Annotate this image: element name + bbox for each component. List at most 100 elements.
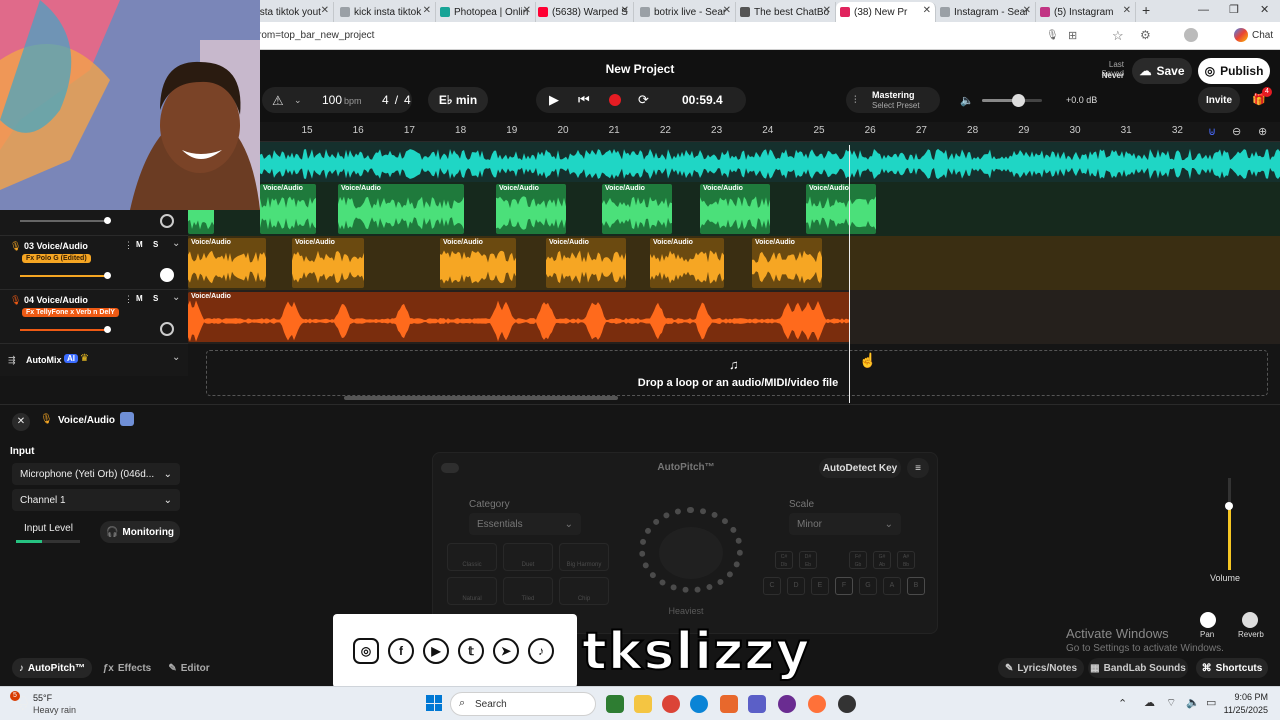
record-icon[interactable] <box>609 94 621 106</box>
battery-icon[interactable]: ▭ <box>1206 696 1216 709</box>
note-key[interactable]: C <box>763 577 781 595</box>
new-tab-icon[interactable]: + <box>1142 2 1150 18</box>
bpm-value[interactable]: 100 <box>322 93 342 107</box>
chat-label[interactable]: Chat <box>1252 30 1273 41</box>
time-signature[interactable]: 4 / 4 <box>382 93 411 107</box>
chevron-down-icon[interactable]: ⌄ <box>172 238 180 249</box>
automix-header[interactable]: ⇶ AutoMix AI ♛ ⌄ <box>0 344 188 376</box>
pan-knob[interactable] <box>160 268 174 282</box>
settings-sliders-icon[interactable]: ≡ <box>907 458 929 478</box>
track-lane-03[interactable]: Voice/Audio Voice/Audio Voice/Audio Voice/A… <box>188 236 1280 290</box>
chevron-down-icon[interactable]: ⌄ <box>172 352 180 363</box>
audio-clip-01[interactable] <box>260 148 1280 180</box>
volume-slider-thumb[interactable] <box>104 217 111 224</box>
audio-clip[interactable]: Voice/Audio <box>496 184 566 234</box>
close-tab-icon[interactable]: ✕ <box>723 5 731 16</box>
track-header-04[interactable]: 🎙 04 Voice/Audio ⋮ M S ⌄ Fx TellyFone x … <box>0 290 188 344</box>
channel-select[interactable]: Channel 1 ⌄ <box>12 489 180 511</box>
volume-slider[interactable] <box>20 275 108 277</box>
autodetect-key-button[interactable]: AutoDetect Key <box>819 458 901 478</box>
skip-back-icon[interactable]: ⏮ <box>578 92 590 108</box>
note-key[interactable]: G# Ab <box>873 551 891 569</box>
pan-knob[interactable] <box>160 322 174 336</box>
speaker-icon[interactable]: 🔈 <box>960 94 974 107</box>
fx-badge[interactable]: Fx Polo G (Edited) <box>22 254 91 263</box>
note-key[interactable]: D <box>787 577 805 595</box>
clock-time[interactable]: 9:06 PM <box>1228 692 1268 702</box>
edge-icon[interactable] <box>690 695 708 713</box>
minimize-icon[interactable]: — <box>1198 4 1209 16</box>
taskbar-app-icon[interactable] <box>606 695 624 713</box>
note-key[interactable]: F <box>835 577 853 595</box>
scale-select[interactable]: Minor ⌄ <box>789 513 901 535</box>
zoom-in-icon[interactable]: ⊕ <box>1258 125 1267 138</box>
note-key[interactable]: C# Db <box>775 551 793 569</box>
invite-button[interactable]: Invite <box>1198 87 1240 113</box>
volume-slider-thumb[interactable] <box>104 272 111 279</box>
chevron-down-icon[interactable]: ⌄ <box>294 95 302 106</box>
url-field[interactable]: rom=top_bar_new_project <box>258 30 374 41</box>
volume-slider[interactable] <box>20 329 108 331</box>
track-name[interactable]: 03 Voice/Audio <box>24 241 88 251</box>
taskbar-app-icon[interactable] <box>838 695 856 713</box>
browser-tab[interactable]: (38) New Pr ✕ <box>836 2 936 22</box>
tab-effects[interactable]: ƒx Effects <box>98 658 156 678</box>
audio-clip[interactable]: Voice/Audio <box>440 238 516 288</box>
publish-button[interactable]: ◎ Publish <box>1198 58 1270 84</box>
master-volume-slider[interactable] <box>982 94 1042 107</box>
autopitch-preset[interactable]: Chip <box>559 577 609 605</box>
pan-knob[interactable] <box>1200 612 1216 628</box>
close-window-icon[interactable]: ✕ <box>1260 3 1269 16</box>
browser-tab[interactable]: kick insta tiktok ✕ <box>336 2 436 22</box>
track-menu-icon[interactable]: ⋮ <box>124 240 133 251</box>
fx-badge[interactable]: Fx TellyFone x Verb n DelY <box>22 308 119 317</box>
reverb-knob[interactable] <box>1242 612 1258 628</box>
taskbar-app-icon[interactable] <box>778 695 796 713</box>
timeline-ruler[interactable]: 15 16 17 18 19 20 21 22 23 24 25 26 27 28 29 30 31 32 ⊍ ⊖… <box>260 122 1280 142</box>
audio-clip[interactable]: Voice/Audio <box>602 184 672 234</box>
audio-clip[interactable]: Voice/Audio <box>188 292 850 342</box>
browser-tab[interactable]: (5638) Warped S ✕ <box>534 2 634 22</box>
firefox-icon[interactable] <box>808 695 826 713</box>
autopitch-preset[interactable]: Tiled <box>503 577 553 605</box>
bookmark-star-icon[interactable]: ☆ <box>1112 28 1124 44</box>
instrument-cube-icon[interactable] <box>120 412 134 426</box>
taskbar-search[interactable]: ⌕ Search <box>450 692 596 716</box>
tab-editor[interactable]: ✎ Editor <box>162 658 216 678</box>
track-name[interactable]: 04 Voice/Audio <box>24 295 88 305</box>
track-lane-01[interactable] <box>188 142 1280 182</box>
track-menu-icon[interactable]: ⋮ <box>124 294 133 305</box>
close-tab-icon[interactable]: ✕ <box>1023 5 1031 16</box>
audio-clip[interactable]: Voice/Audio <box>752 238 822 288</box>
volume-fader-thumb[interactable] <box>1225 502 1233 510</box>
chevron-up-icon[interactable]: ⌃ <box>1118 697 1127 710</box>
autopitch-preset[interactable]: Duet <box>503 543 553 571</box>
pitch-correction-knob[interactable] <box>639 507 743 593</box>
track-lane-04[interactable]: Voice/Audio <box>188 290 1280 344</box>
bandlab-sounds-button[interactable]: ▦ BandLab Sounds <box>1088 658 1188 678</box>
loop-icon[interactable]: ⟳ <box>638 92 649 108</box>
note-key[interactable]: A <box>883 577 901 595</box>
chevron-down-icon[interactable]: ⌄ <box>172 292 180 303</box>
track-header-03[interactable]: 🎙 03 Voice/Audio ⋮ M S ⌄ Fx Polo G (Edit… <box>0 236 188 290</box>
audio-clip[interactable]: Voice/Audio <box>806 184 876 234</box>
autopitch-preset[interactable]: Classic <box>447 543 497 571</box>
horizontal-scrollbar[interactable] <box>344 396 618 400</box>
track-lane-02[interactable]: Voice/Audio Voice/Audio Voice/Audio Voice/A… <box>188 182 1280 236</box>
browser-tab[interactable]: (5) Instagram ✕ <box>1036 2 1136 22</box>
close-tab-icon[interactable]: ✕ <box>321 5 329 16</box>
volume-knob[interactable] <box>1012 94 1025 107</box>
wifi-icon[interactable]: ⌔ <box>1166 696 1176 710</box>
close-tab-icon[interactable]: ✕ <box>523 5 531 16</box>
magnet-icon[interactable]: ⊍ <box>1208 125 1216 138</box>
note-key[interactable]: D# Eb <box>799 551 817 569</box>
autopitch-preset[interactable]: Big Harmony <box>559 543 609 571</box>
speaker-icon[interactable]: 🔈 <box>1186 696 1200 709</box>
profile-avatar[interactable] <box>1184 28 1198 42</box>
close-tab-icon[interactable]: ✕ <box>1123 5 1131 16</box>
note-key[interactable]: G <box>859 577 877 595</box>
close-tab-icon[interactable]: ✕ <box>621 5 629 16</box>
category-select[interactable]: Essentials ⌄ <box>469 513 581 535</box>
zoom-out-icon[interactable]: ⊖ <box>1232 125 1241 138</box>
chat-icon[interactable] <box>1234 28 1248 42</box>
